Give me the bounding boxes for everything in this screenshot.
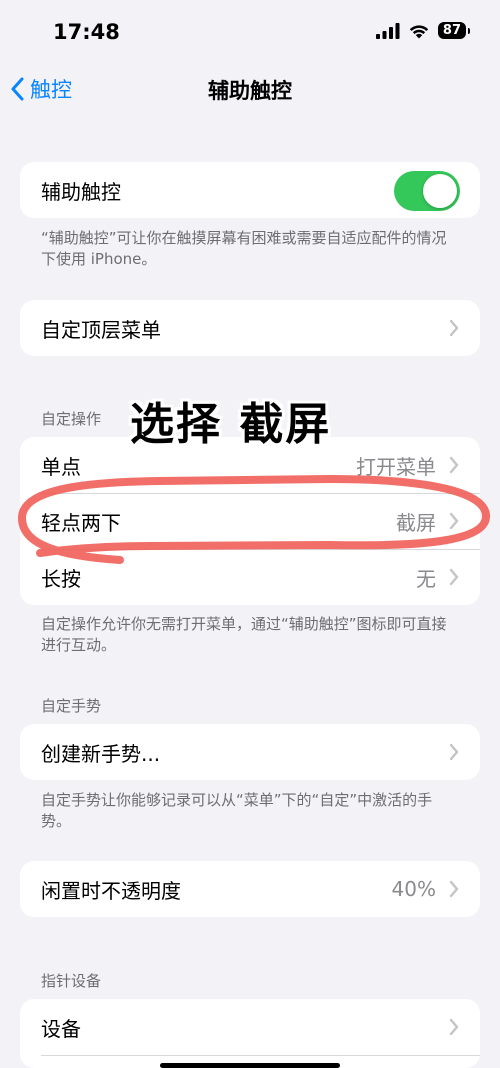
- pointer-devices-group: 设备: [20, 999, 480, 1068]
- status-bar: 17:48 87: [0, 0, 500, 66]
- status-icons: 87: [375, 22, 471, 39]
- double-tap-value: 截屏: [396, 510, 436, 535]
- chevron-right-icon: [449, 512, 459, 530]
- customize-top-menu-label: 自定顶层菜单: [41, 317, 161, 342]
- home-indicator: [160, 1063, 340, 1068]
- battery-indicator: 87: [437, 22, 471, 39]
- create-gesture-row[interactable]: 创建新手势...: [20, 724, 480, 780]
- custom-actions-group: 单点 打开菜单 轻点两下 截屏 长按 无: [20, 437, 480, 605]
- chevron-right-icon: [449, 880, 459, 898]
- pointer-devices-header: 指针设备: [41, 972, 102, 990]
- assistive-touch-label: 辅助触控: [41, 179, 121, 204]
- chevron-right-icon: [449, 743, 459, 761]
- custom-gestures-header: 自定手势: [41, 697, 102, 715]
- annotation-caption: 选择 截屏: [130, 399, 332, 450]
- idle-opacity-group: 闲置时不透明度 40%: [20, 861, 480, 917]
- chevron-right-icon: [449, 456, 459, 474]
- double-tap-label: 轻点两下: [41, 510, 121, 535]
- idle-opacity-row[interactable]: 闲置时不透明度 40%: [20, 861, 480, 917]
- status-time: 17:48: [53, 20, 120, 44]
- long-press-value: 无: [416, 566, 436, 591]
- chevron-right-icon: [449, 319, 459, 337]
- page-title: 辅助触控: [208, 79, 292, 103]
- navigation-bar: 触控 辅助触控: [0, 66, 500, 112]
- custom-gestures-footer: 自定手势让你能够记录可以从“菜单”下的“自定”中激活的手势。: [41, 791, 433, 830]
- idle-opacity-label: 闲置时不透明度: [41, 878, 181, 903]
- cellular-signal-icon: [375, 22, 400, 39]
- customize-top-menu-row[interactable]: 自定顶层菜单: [20, 300, 480, 356]
- assistive-touch-row: 辅助触控: [20, 162, 480, 218]
- assistive-touch-group: 辅助触控: [20, 162, 480, 218]
- long-press-label: 长按: [41, 566, 81, 591]
- custom-actions-footer: 自定操作允许你无需打开菜单，通过“辅助触控”图标即可直接进行互动。: [41, 615, 447, 654]
- devices-row[interactable]: 设备: [20, 999, 480, 1055]
- devices-label: 设备: [41, 1016, 81, 1041]
- custom-gestures-group: 创建新手势...: [20, 724, 480, 780]
- idle-opacity-value: 40%: [391, 877, 436, 901]
- chevron-right-icon: [449, 568, 459, 586]
- wifi-icon: [409, 24, 429, 38]
- double-tap-row[interactable]: 轻点两下 截屏: [20, 493, 480, 549]
- assistive-touch-toggle[interactable]: [394, 171, 460, 211]
- long-press-row[interactable]: 长按 无: [20, 549, 480, 605]
- create-gesture-label: 创建新手势...: [41, 741, 161, 766]
- customize-top-menu-group: 自定顶层菜单: [20, 300, 480, 356]
- single-tap-value: 打开菜单: [356, 454, 436, 479]
- chevron-right-icon: [449, 1018, 459, 1036]
- toggle-knob: [423, 174, 457, 208]
- assistive-touch-footer: “辅助触控”可让你在触摸屏幕有困难或需要自适应配件的情况下使用 iPhone。: [41, 229, 447, 268]
- single-tap-label: 单点: [41, 454, 81, 479]
- custom-actions-header: 自定操作: [41, 410, 102, 428]
